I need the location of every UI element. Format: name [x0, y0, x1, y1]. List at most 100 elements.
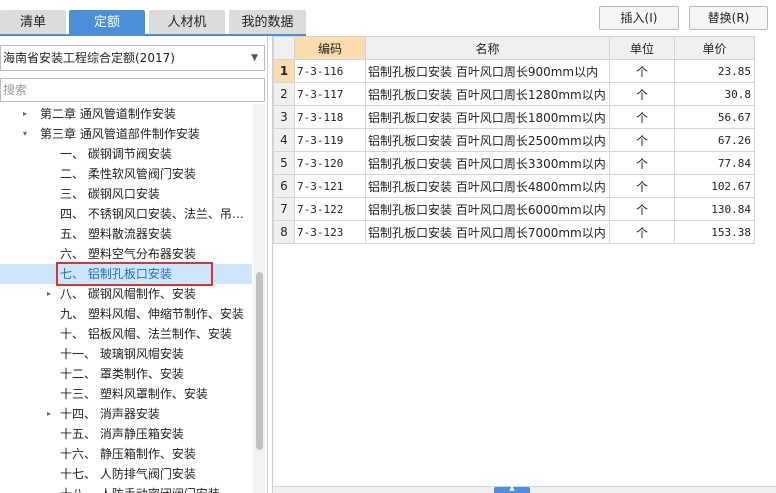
row-number[interactable]: 2 — [273, 82, 295, 106]
cell-code[interactable]: 7-3-121 — [294, 174, 366, 198]
row-number[interactable]: 5 — [273, 151, 295, 175]
row-number[interactable]: 1 — [273, 59, 295, 83]
cell-name[interactable]: 铝制孔板口安装 百叶风口周长2500mm以内 — [365, 128, 610, 152]
tab-quota[interactable]: 定额 — [69, 10, 145, 35]
tree-item[interactable]: 五、 塑料散流器安装 — [0, 224, 252, 244]
cell-code[interactable]: 7-3-119 — [294, 128, 366, 152]
tree-item[interactable]: 二、 柔性软风管阀门安装 — [0, 164, 252, 184]
tree-item[interactable]: 十五、 消声静压箱安装 — [0, 424, 252, 444]
tree-item[interactable]: 三、 碳钢风口安装 — [0, 184, 252, 204]
cell-code[interactable]: 7-3-120 — [294, 151, 366, 175]
chapter-tree: ▸ 第二章 通风管道制作安装 ▾ 第三章 通风管道部件制作安装一、 碳钢调节阀安装二、… — [0, 104, 252, 493]
expand-arrow-icon[interactable]: ▸ — [44, 404, 54, 424]
cell-name[interactable]: 铝制孔板口安装 百叶风口周长7000mm以内 — [365, 220, 610, 244]
tab-my-data[interactable]: 我的数据 — [229, 10, 306, 35]
tree-item-label: 一、 碳钢调节阀安装 — [60, 147, 172, 161]
tree-item[interactable]: ▸ 第二章 通风管道制作安装 — [0, 104, 252, 124]
tree-item[interactable]: 九、 塑料风帽、伸缩节制作、安装 — [0, 304, 252, 324]
cell-name[interactable]: 铝制孔板口安装 百叶风口周长6000mm以内 — [365, 197, 610, 221]
table-row[interactable]: 2 7-3-117 铝制孔板口安装 百叶风口周长1280mm以内个 30.8 — [273, 82, 755, 106]
cell-price[interactable]: 102.67 — [674, 174, 755, 198]
tree-item-label: 十六、 静压箱制作、安装 — [60, 447, 196, 461]
cell-unit[interactable]: 个 — [609, 174, 675, 198]
cell-price[interactable]: 30.8 — [674, 82, 755, 106]
cell-code[interactable]: 7-3-116 — [294, 59, 366, 83]
tree-scrollbar[interactable] — [253, 104, 265, 493]
tree-item[interactable]: 十六、 静压箱制作、安装 — [0, 444, 252, 464]
expand-arrow-icon[interactable]: ▸ — [20, 104, 30, 124]
tree-item-label: 十七、 人防排气阀门安装 — [60, 467, 196, 481]
table-row[interactable]: 5 7-3-120 铝制孔板口安装 百叶风口周长3300mm以内个 77.84 — [273, 151, 755, 175]
chevron-up-icon: ▲ — [509, 484, 515, 492]
cell-code[interactable]: 7-3-118 — [294, 105, 366, 129]
cell-unit[interactable]: 个 — [609, 82, 675, 106]
tree-item[interactable]: ▸ 八、 碳钢风帽制作、安装 — [0, 284, 252, 304]
table-row[interactable]: 8 7-3-123 铝制孔板口安装 百叶风口周长7000mm以内个 153.38 — [273, 220, 755, 244]
tree-item[interactable]: 十二、 罩类制作、安装 — [0, 364, 252, 384]
tree-item[interactable]: 十一、 玻璃钢风帽安装 — [0, 344, 252, 364]
header-unit[interactable]: 单位 — [609, 36, 675, 60]
table-row[interactable]: 4 7-3-119 铝制孔板口安装 百叶风口周长2500mm以内个 67.26 — [273, 128, 755, 152]
row-number[interactable]: 6 — [273, 174, 295, 198]
scrollbar-thumb[interactable] — [256, 272, 263, 450]
row-number[interactable]: 8 — [273, 220, 295, 244]
highlight-box — [56, 262, 213, 286]
tree-item[interactable]: 十三、 塑料风罩制作、安装 — [0, 384, 252, 404]
tree-item[interactable]: 七、 铝制孔板口安装 — [0, 262, 252, 286]
cell-name[interactable]: 铝制孔板口安装 百叶风口周长3300mm以内 — [365, 151, 610, 175]
tree-item[interactable]: 十八、 人防手动密闭阀门安装 — [0, 484, 252, 493]
table-row[interactable]: 3 7-3-118 铝制孔板口安装 百叶风口周长1800mm以内个 56.67 — [273, 105, 755, 129]
cell-name[interactable]: 铝制孔板口安装 百叶风口周长4800mm以内 — [365, 174, 610, 198]
table-row[interactable]: 7 7-3-122 铝制孔板口安装 百叶风口周长6000mm以内个 130.84 — [273, 197, 755, 221]
tree-item[interactable]: 十七、 人防排气阀门安装 — [0, 464, 252, 484]
cell-unit[interactable]: 个 — [609, 105, 675, 129]
row-number[interactable]: 4 — [273, 128, 295, 152]
collapse-arrow-icon[interactable]: ▾ — [20, 124, 30, 144]
tab-materials[interactable]: 人材机 — [149, 10, 225, 35]
left-pane: 海南省安装工程综合定额(2017) ▼ ▸ 第二章 通风管道制作安装 ▾ 第三章 通风… — [0, 36, 268, 493]
corner-cell[interactable] — [273, 36, 295, 60]
insert-button[interactable]: 插入(I) — [599, 6, 679, 30]
splitter-handle[interactable]: ▲ — [494, 484, 530, 493]
tree-item-label: 十二、 罩类制作、安装 — [60, 367, 184, 381]
table-row[interactable]: 6 7-3-121 铝制孔板口安装 百叶风口周长4800mm以内个 102.67 — [273, 174, 755, 198]
quota-library-select[interactable]: 海南省安装工程综合定额(2017) ▼ — [0, 45, 265, 71]
table-row[interactable]: 1 7-3-116 铝制孔板口安装 百叶风口周长900mm以内个 23.85 — [273, 59, 755, 83]
tab-bill[interactable]: 清单 — [0, 10, 66, 35]
grid-header-row: 编码 名称 单位 单价 — [273, 36, 755, 60]
cell-unit[interactable]: 个 — [609, 59, 675, 83]
chevron-down-icon[interactable]: ▼ — [251, 46, 258, 70]
cell-name[interactable]: 铝制孔板口安装 百叶风口周长1800mm以内 — [365, 105, 610, 129]
tree-item[interactable]: 六、 塑料空气分布器安装 — [0, 244, 252, 264]
cell-name[interactable]: 铝制孔板口安装 百叶风口周长900mm以内 — [365, 59, 610, 83]
cell-code[interactable]: 7-3-123 — [294, 220, 366, 244]
cell-price[interactable]: 77.84 — [674, 151, 755, 175]
replace-button[interactable]: 替换(R) — [689, 6, 768, 30]
tree-item[interactable]: 十、 铝板风帽、法兰制作、安装 — [0, 324, 252, 344]
header-name[interactable]: 名称 — [365, 36, 610, 60]
header-price[interactable]: 单价 — [674, 36, 755, 60]
cell-price[interactable]: 130.84 — [674, 197, 755, 221]
tree-item[interactable]: 一、 碳钢调节阀安装 — [0, 144, 252, 164]
tree-item-label: 十四、 消声器安装 — [60, 407, 160, 421]
cell-price[interactable]: 23.85 — [674, 59, 755, 83]
tree-item[interactable]: 四、 不锈钢风口安装、法兰、吊… — [0, 204, 252, 224]
tree-item[interactable]: ▸ 十四、 消声器安装 — [0, 404, 252, 424]
cell-unit[interactable]: 个 — [609, 220, 675, 244]
cell-unit[interactable]: 个 — [609, 151, 675, 175]
cell-code[interactable]: 7-3-122 — [294, 197, 366, 221]
tree-item[interactable]: ▾ 第三章 通风管道部件制作安装 — [0, 124, 252, 144]
tree-item-label: 二、 柔性软风管阀门安装 — [60, 167, 196, 181]
cell-price[interactable]: 67.26 — [674, 128, 755, 152]
cell-price[interactable]: 56.67 — [674, 105, 755, 129]
cell-name[interactable]: 铝制孔板口安装 百叶风口周长1280mm以内 — [365, 82, 610, 106]
cell-unit[interactable]: 个 — [609, 128, 675, 152]
cell-unit[interactable]: 个 — [609, 197, 675, 221]
header-code[interactable]: 编码 — [294, 36, 366, 60]
cell-code[interactable]: 7-3-117 — [294, 82, 366, 106]
row-number[interactable]: 7 — [273, 197, 295, 221]
row-number[interactable]: 3 — [273, 105, 295, 129]
expand-arrow-icon[interactable]: ▸ — [44, 284, 54, 304]
cell-price[interactable]: 153.38 — [674, 220, 755, 244]
search-input[interactable] — [0, 78, 265, 102]
